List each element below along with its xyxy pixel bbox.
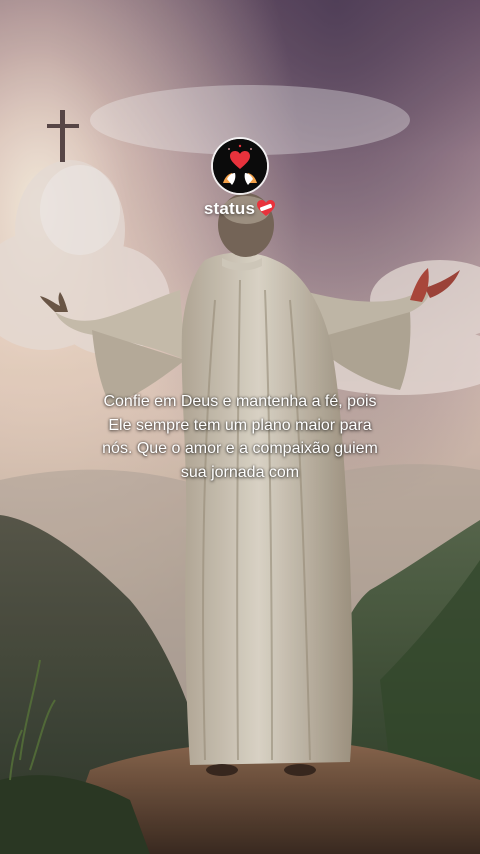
mending-heart-icon [257,200,276,216]
caption-line: Ele sempre tem um plano maior para [108,416,372,434]
caption-line: sua jornada com [180,463,300,481]
status-label: status [0,199,480,219]
caption-line: nós. Que o amor e a compaixão guiem [102,440,378,457]
caption-text: Confie em Deus e mantenha a fé, pois Ele… [60,390,420,484]
heart-hands-avatar-icon [213,139,267,193]
status-text: status [203,199,256,218]
caption-line: Confie em Deus e mantenha a fé, pois [103,393,377,410]
profile-avatar[interactable] [213,139,267,193]
